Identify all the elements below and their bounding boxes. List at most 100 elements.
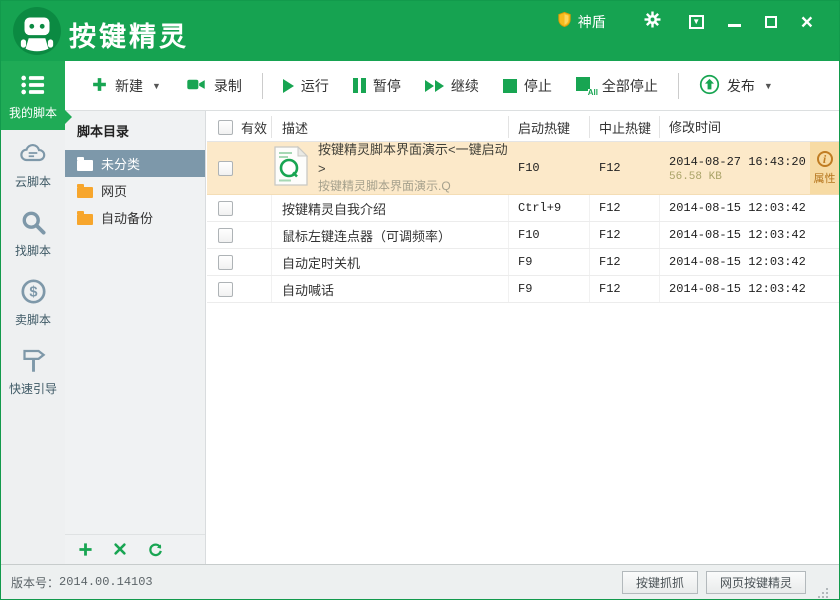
minimize-button[interactable] xyxy=(716,9,753,35)
script-title: 按键精灵自我介绍 xyxy=(282,201,387,217)
gear-icon xyxy=(644,11,661,33)
pause-button[interactable]: 暂停 xyxy=(343,69,411,103)
sidebar-item-label: 快速引导 xyxy=(8,382,57,396)
folder-label: 自动备份 xyxy=(101,211,154,226)
row-checkbox[interactable] xyxy=(218,254,233,270)
sidebar-item-quick-guide[interactable]: 快速引导 xyxy=(1,337,65,406)
fast-forward-icon xyxy=(424,79,444,92)
continue-label: 继续 xyxy=(450,77,479,94)
start-hotkey: F10 xyxy=(518,228,540,242)
stop-button[interactable]: 停止 xyxy=(493,69,562,103)
folder-panel-footer xyxy=(65,534,205,564)
folder-label: 网页 xyxy=(101,184,128,199)
folder-icon xyxy=(77,183,93,198)
column-header-start-hotkey[interactable]: 启动热键 xyxy=(518,118,570,137)
signpost-icon xyxy=(1,347,65,377)
publish-icon xyxy=(699,74,720,98)
plus-icon xyxy=(91,76,108,96)
sidebar-item-label: 卖脚本 xyxy=(14,313,51,327)
abort-hotkey: F12 xyxy=(599,201,621,215)
tray-icon: ▼ xyxy=(688,15,704,29)
sidebar-item-find-scripts[interactable]: 找脚本 xyxy=(1,199,65,268)
properties-tab[interactable]: i 属性 xyxy=(810,142,839,194)
key-grabber-button[interactable]: 按键抓抓 xyxy=(621,570,698,594)
modified-time: 2014-08-27 16:43:20 xyxy=(669,155,806,169)
row-checkbox[interactable] xyxy=(218,200,233,216)
continue-button[interactable]: 继续 xyxy=(415,69,489,103)
script-title: 鼠标左键连点器（可调频率） xyxy=(282,228,452,244)
folder-item-uncategorized[interactable]: 未分类 xyxy=(65,150,205,177)
sidebar-item-cloud-scripts[interactable]: 云脚本 xyxy=(1,130,65,199)
run-button[interactable]: 运行 xyxy=(273,69,339,103)
folder-label: 未分类 xyxy=(101,157,141,172)
statusbar: 版本号： 2014.00.14103 按键抓抓 网页按键精灵 xyxy=(1,564,839,599)
minimize-to-tray-button[interactable]: ▼ xyxy=(677,9,716,35)
close-button[interactable]: × xyxy=(789,9,825,35)
folder-item-autobackup[interactable]: 自动备份 xyxy=(65,204,205,231)
pause-icon xyxy=(352,78,366,93)
sidebar-item-label: 云脚本 xyxy=(14,175,51,189)
row-checkbox[interactable] xyxy=(218,160,233,176)
script-list-icon xyxy=(1,71,65,101)
folder-panel: 脚本目录 未分类 网页 自动备份 xyxy=(65,111,206,564)
delete-folder-button[interactable] xyxy=(113,542,128,557)
dollar-icon: $ xyxy=(1,278,65,308)
sidebar-item-sell-scripts[interactable]: $ 卖脚本 xyxy=(1,268,65,337)
modified-time: 2014-08-15 12:03:42 xyxy=(669,201,806,215)
record-label: 录制 xyxy=(213,77,242,94)
sidebar: 我的脚本 云脚本 找脚本 $ 卖脚本 快速引导 xyxy=(1,61,72,564)
pause-label: 暂停 xyxy=(372,77,401,94)
new-script-button[interactable]: 新建 ▼ xyxy=(81,69,171,103)
stop-all-icon: All xyxy=(575,76,598,97)
row-checkbox[interactable] xyxy=(218,281,233,297)
settings-button[interactable] xyxy=(632,9,677,35)
start-hotkey: F9 xyxy=(518,255,533,269)
record-button[interactable]: 录制 xyxy=(175,68,252,104)
folder-panel-title: 脚本目录 xyxy=(77,124,130,139)
table-row[interactable]: 自动喊话 F9 F12 2014-08-15 12:03:42 xyxy=(207,276,839,303)
minimize-icon xyxy=(727,23,741,27)
row-checkbox[interactable] xyxy=(218,227,233,243)
folder-item-web[interactable]: 网页 xyxy=(65,177,205,204)
add-folder-button[interactable] xyxy=(78,542,93,557)
version-label: 版本号： xyxy=(11,575,60,590)
titlebar: 按键精灵 神盾 ▼ × xyxy=(1,1,839,61)
properties-label: 属性 xyxy=(813,172,836,185)
camera-icon xyxy=(185,75,207,97)
modified-time: 2014-08-15 12:03:42 xyxy=(669,282,806,296)
toolbar: 新建 ▼ 录制 运行 暂停 继续 停止 All 全部停止 发布 ▼ xyxy=(65,61,839,111)
refresh-button[interactable] xyxy=(148,542,163,557)
script-title: 自动定时关机 xyxy=(282,255,361,271)
start-hotkey: F9 xyxy=(518,282,533,296)
publish-button[interactable]: 发布 ▼ xyxy=(689,67,783,105)
maximize-button[interactable] xyxy=(753,9,789,35)
abort-hotkey: F12 xyxy=(599,228,621,242)
publish-label: 发布 xyxy=(726,77,755,94)
script-table: 有效 描述 启动热键 中止热键 修改时间 按键精灵脚本界面演示<一键启动> 按键… xyxy=(207,111,839,564)
column-header-valid[interactable]: 有效 xyxy=(241,118,267,137)
folder-icon xyxy=(77,156,93,171)
modified-time: 2014-08-15 12:03:42 xyxy=(669,228,806,242)
sidebar-item-my-scripts[interactable]: 我的脚本 xyxy=(1,61,72,130)
web-keywizard-button[interactable]: 网页按键精灵 xyxy=(705,570,806,594)
column-header-abort-hotkey[interactable]: 中止热键 xyxy=(599,118,651,137)
select-all-checkbox[interactable] xyxy=(218,119,233,135)
sidebar-item-label: 我的脚本 xyxy=(8,106,57,120)
shield-button[interactable]: 神盾 xyxy=(544,9,632,35)
cloud-icon xyxy=(1,140,65,170)
table-row-selected[interactable]: 按键精灵脚本界面演示<一键启动> 按键精灵脚本界面演示.Q F10 F12 20… xyxy=(207,142,839,195)
table-row[interactable]: 按键精灵自我介绍 Ctrl+9 F12 2014-08-15 12:03:42 xyxy=(207,195,839,222)
folder-icon xyxy=(77,210,93,225)
column-header-description[interactable]: 描述 xyxy=(282,118,308,137)
table-row[interactable]: 自动定时关机 F9 F12 2014-08-15 12:03:42 xyxy=(207,249,839,276)
start-hotkey: Ctrl+9 xyxy=(518,201,562,215)
chevron-down-icon: ▼ xyxy=(152,80,161,91)
version-value: 2014.00.14103 xyxy=(59,575,153,589)
shield-label: 神盾 xyxy=(577,14,606,30)
stop-all-button[interactable]: All 全部停止 xyxy=(566,69,668,103)
column-header-modified[interactable]: 修改时间 xyxy=(669,117,721,136)
info-icon: i xyxy=(816,150,833,167)
play-icon xyxy=(282,78,294,93)
resize-grip[interactable] xyxy=(816,586,829,599)
table-row[interactable]: 鼠标左键连点器（可调频率） F10 F12 2014-08-15 12:03:4… xyxy=(207,222,839,249)
